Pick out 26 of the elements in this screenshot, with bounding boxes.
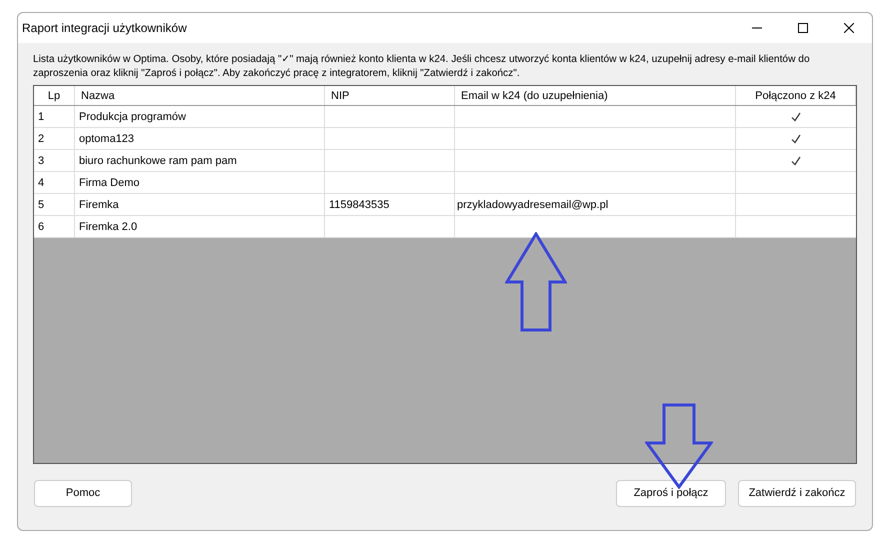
table-cell: Firma Demo <box>75 172 325 193</box>
column-header[interactable]: NIP <box>325 86 455 105</box>
column-header[interactable]: Lp <box>34 86 75 105</box>
column-header[interactable]: Połączono z k24 <box>736 86 856 105</box>
table-cell: Firemka <box>75 194 325 215</box>
window-title: Raport integracji użytkowników <box>21 20 187 37</box>
email-cell[interactable]: przykladowyadresemail@wp.pl <box>455 194 736 215</box>
table-cell: Produkcja programów <box>75 106 325 127</box>
column-header[interactable]: Nazwa <box>75 86 325 105</box>
table-cell: 1159843535 <box>325 194 455 215</box>
table-cell: optoma123 <box>75 128 325 149</box>
table-cell: 1 <box>34 106 75 127</box>
table-cell: 2 <box>34 128 75 149</box>
table-cell: 4 <box>34 172 75 193</box>
invite-button[interactable]: Zaproś i połącz <box>616 480 726 507</box>
table-cell: biuro rachunkowe ram pam pam <box>75 150 325 171</box>
instruction-text: Lista użytkowników w Optima. Osoby, które posiadają "✓" mają również konto klienta w k24. Jeśli chcesz utworzyć konta klientów w k24, uzupełnij adresy e-mail klientów do zaproszenia oraz kliknij "Zaproś i połącz". Aby zakończyć pracę z integratorem, kliknij "Zatwierdź i zakończ". <box>33 53 811 81</box>
table-cell: Firemka 2.0 <box>75 216 325 237</box>
column-header[interactable]: Email w k24 (do uzupełnienia) <box>455 86 736 105</box>
maximize-icon <box>798 23 808 33</box>
table-cell: 5 <box>34 194 75 215</box>
confirm-button[interactable]: Zatwierdź i zakończ <box>738 480 856 507</box>
table-cell: 3 <box>34 150 75 171</box>
help-button[interactable]: Pomoc <box>34 480 132 507</box>
table-cell: 6 <box>34 216 75 237</box>
close-icon <box>844 23 854 33</box>
